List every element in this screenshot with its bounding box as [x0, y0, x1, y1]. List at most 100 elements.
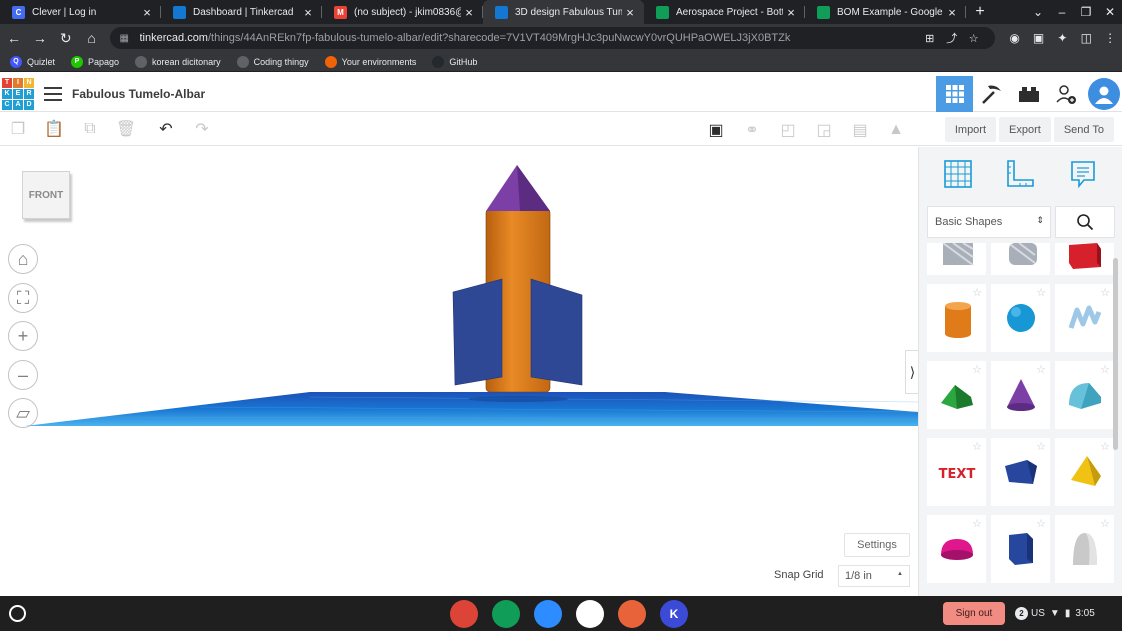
side-panel-icon[interactable]: ◫	[1074, 31, 1098, 45]
polygon-shape[interactable]: ☆	[991, 438, 1050, 506]
undo-icon[interactable]: ↶	[148, 113, 184, 146]
zoom-app[interactable]	[534, 600, 562, 628]
shape-library-select[interactable]: Basic Shapes ⇕	[927, 206, 1051, 238]
favorite-star-icon[interactable]: ☆	[1100, 440, 1110, 453]
favorite-star-icon[interactable]: ☆	[1036, 286, 1046, 299]
ruler-icon[interactable]	[1003, 157, 1037, 191]
launcher-icon[interactable]	[9, 605, 26, 622]
cylinder-hole-shape[interactable]	[991, 243, 1050, 275]
extension-shield-icon[interactable]: ◉	[1003, 31, 1027, 45]
address-bar[interactable]: ▦ tinkercad.com/things/44AnREkn7fp-fabul…	[109, 27, 995, 49]
close-tab-icon[interactable]: ×	[300, 5, 316, 20]
settings-button[interactable]: Settings	[844, 533, 910, 557]
close-tab-icon[interactable]: ×	[139, 5, 155, 20]
favorite-star-icon[interactable]: ☆	[972, 363, 982, 376]
minimize-icon[interactable]: –	[1050, 5, 1074, 19]
favorite-star-icon[interactable]: ☆	[1036, 517, 1046, 530]
notes-icon[interactable]: ▣	[698, 113, 734, 146]
round-roof-shape[interactable]: ☆	[1055, 361, 1114, 429]
close-tab-icon[interactable]: ×	[944, 5, 960, 20]
workplane-canvas[interactable]: FRONT ⌂ ⛶ + – ▱ ⟩ Settings Snap Grid 1/8…	[0, 147, 918, 596]
export-button[interactable]: Export	[999, 117, 1051, 142]
design-list-icon[interactable]	[44, 86, 62, 101]
extensions-puzzle-icon[interactable]: ✦	[1050, 31, 1074, 45]
snap-grid-select[interactable]: 1/8 in ▲	[838, 565, 910, 587]
back-icon[interactable]: ←	[2, 26, 26, 50]
browser-tab[interactable]: M (no subject) - jkim0836@st×	[322, 0, 483, 24]
show-all-lightbulb-icon[interactable]: ⚭	[734, 113, 770, 146]
new-tab-button[interactable]: +	[966, 0, 994, 24]
tinkercad-logo[interactable]: TIN KER CAD	[2, 77, 34, 110]
favorite-star-icon[interactable]: ☆	[1100, 363, 1110, 376]
cone-shape[interactable]: ☆	[991, 361, 1050, 429]
user-avatar[interactable]	[1088, 78, 1120, 110]
blocks-pickaxe-icon[interactable]	[973, 76, 1010, 112]
import-button[interactable]: Import	[944, 117, 997, 142]
close-tab-icon[interactable]: ×	[783, 5, 799, 20]
workplane-icon[interactable]	[941, 157, 975, 191]
sign-out-button[interactable]: Sign out	[943, 602, 1005, 625]
copy-icon[interactable]: ❐	[0, 113, 36, 146]
design-title[interactable]: Fabulous Tumelo-Albar	[72, 87, 205, 101]
favorite-star-icon[interactable]: ☆	[1036, 363, 1046, 376]
roof-shape[interactable]: ☆	[927, 361, 986, 429]
rocket-model[interactable]	[452, 165, 583, 402]
bookmark-item[interactable]: Q Quizlet	[10, 55, 55, 68]
3d-view-grid-icon[interactable]	[936, 76, 973, 112]
favorite-star-icon[interactable]: ☆	[1036, 440, 1046, 453]
pencil-app[interactable]	[618, 600, 646, 628]
reload-icon[interactable]: ↻	[54, 26, 78, 50]
favorite-star-icon[interactable]: ☆	[1100, 517, 1110, 530]
favorite-star-icon[interactable]: ☆	[972, 286, 982, 299]
paraboloid-shape[interactable]: ☆	[1055, 515, 1114, 583]
home-icon[interactable]: ⌂	[80, 26, 104, 50]
box-hole-shape[interactable]	[927, 243, 986, 275]
favorite-star-icon[interactable]: ☆	[972, 440, 982, 453]
bookmark-item[interactable]: Coding thingy	[236, 55, 309, 68]
text-shape[interactable]: TEXT ☆	[927, 438, 986, 506]
forward-icon[interactable]: →	[28, 26, 52, 50]
add-user-icon[interactable]	[1047, 76, 1084, 112]
site-info-icon[interactable]: ▦	[120, 33, 132, 44]
redo-icon[interactable]: ↷	[184, 113, 220, 146]
close-tab-icon[interactable]: ×	[622, 5, 638, 20]
bricks-icon[interactable]	[1010, 76, 1047, 112]
shape-search-button[interactable]	[1055, 206, 1115, 238]
bookmark-item[interactable]: P Papago	[71, 55, 119, 68]
browser-tab[interactable]: C Clever | Log in ×	[0, 0, 161, 24]
chrome-app[interactable]	[450, 600, 478, 628]
bookmark-item[interactable]: Your environments	[324, 55, 416, 68]
tab-search-icon[interactable]: ⌄	[1026, 5, 1050, 19]
browser-menu-icon[interactable]: ⋮	[1098, 31, 1122, 45]
play-store-app[interactable]	[576, 600, 604, 628]
delete-icon[interactable]: 🗑	[108, 113, 144, 146]
sphere-shape[interactable]: ☆	[991, 284, 1050, 352]
status-tray[interactable]: 2 US ▼ ▮ 3:05	[1015, 602, 1100, 625]
shapes-scrollbar[interactable]	[1113, 258, 1118, 450]
maximize-icon[interactable]: ❐	[1074, 5, 1098, 19]
group-icon[interactable]: ◰	[770, 113, 806, 146]
note-icon[interactable]	[1066, 157, 1100, 191]
close-window-icon[interactable]: ✕	[1098, 5, 1122, 19]
browser-tab[interactable]: 3D design Fabulous Tumelo×	[483, 0, 644, 24]
bookmark-star-icon[interactable]: ☆	[963, 32, 985, 45]
share-icon[interactable]: ⤴	[941, 30, 963, 46]
browser-tab[interactable]: Dashboard | Tinkercad ×	[161, 0, 322, 24]
install-icon[interactable]: ⊞	[919, 32, 941, 45]
browser-tab[interactable]: Aerospace Project - Bottle R×	[644, 0, 805, 24]
kahoot-app[interactable]: K	[660, 600, 688, 628]
browser-tab[interactable]: BOM Example - Google Shee×	[805, 0, 966, 24]
align-icon[interactable]: ▤	[842, 113, 878, 146]
paste-icon[interactable]: 📋	[36, 113, 72, 146]
favorite-star-icon[interactable]: ☆	[972, 517, 982, 530]
box-shape[interactable]	[1055, 243, 1114, 275]
favorite-star-icon[interactable]: ☆	[1100, 286, 1110, 299]
bookmark-item[interactable]: korean dicitonary	[135, 55, 221, 68]
bookmark-item[interactable]: GitHub	[432, 55, 477, 68]
extension-icon[interactable]: ▣	[1027, 31, 1051, 45]
cylinder-shape[interactable]: ☆	[927, 284, 986, 352]
scribble-shape[interactable]: ☆	[1055, 284, 1114, 352]
ungroup-icon[interactable]: ◲	[806, 113, 842, 146]
pyramid-shape[interactable]: ☆	[1055, 438, 1114, 506]
mirror-icon[interactable]: ▲	[878, 113, 914, 146]
